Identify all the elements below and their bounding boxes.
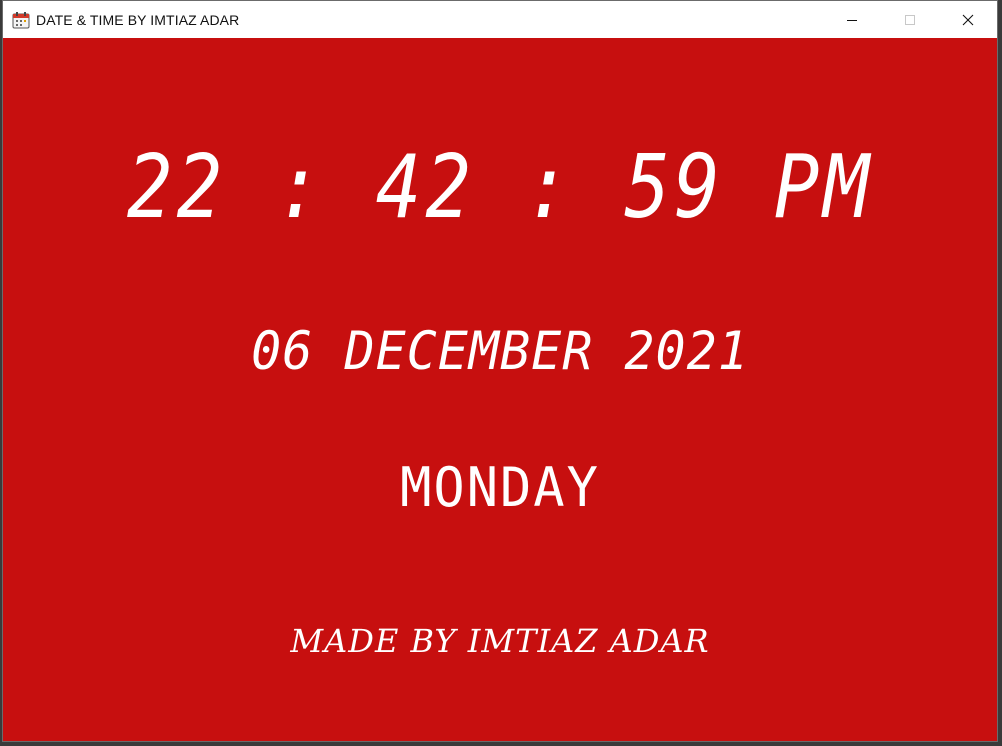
close-button[interactable] xyxy=(939,1,997,38)
window-controls xyxy=(823,1,997,38)
date-display: 06 DECEMBER 2021 xyxy=(251,320,749,382)
maximize-icon xyxy=(905,14,915,25)
author-credit: MADE BY IMTIAZ ADAR xyxy=(290,622,710,660)
app-window: DATE & TIME BY IMTIAZ ADAR 22 : 42 : 59 … xyxy=(2,0,998,742)
title-bar[interactable]: DATE & TIME BY IMTIAZ ADAR xyxy=(3,1,997,38)
day-display: MONDAY xyxy=(400,456,600,520)
minimize-icon xyxy=(847,19,857,21)
maximize-button[interactable] xyxy=(881,1,939,38)
calendar-icon xyxy=(12,11,30,29)
clock-panel: 22 : 42 : 59 PM 06 DECEMBER 2021 MONDAY … xyxy=(3,38,997,741)
close-icon xyxy=(962,14,974,25)
minimize-button[interactable] xyxy=(823,1,881,38)
window-title: DATE & TIME BY IMTIAZ ADAR xyxy=(36,11,240,28)
time-display: 22 : 42 : 59 PM xyxy=(126,135,874,238)
